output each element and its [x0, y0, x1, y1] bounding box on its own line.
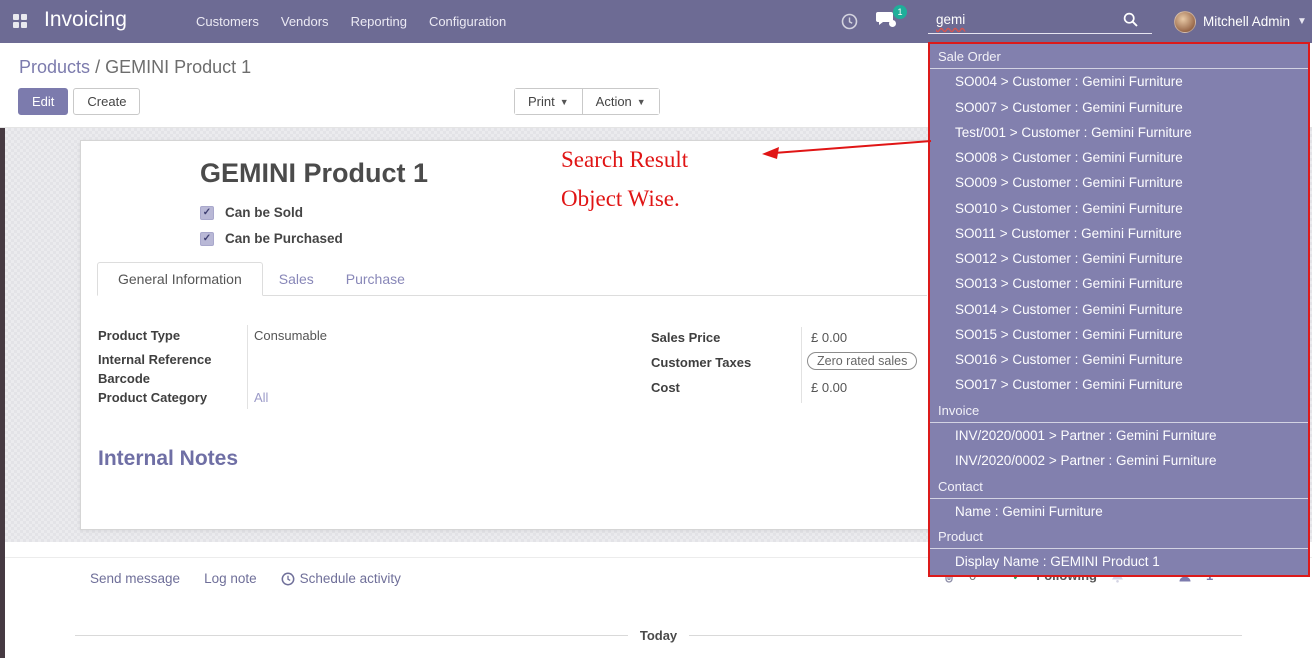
nav-right-icons: 1 [841, 0, 896, 43]
sales-price-label: Sales Price [651, 330, 720, 345]
tax-pill[interactable]: Zero rated sales [807, 352, 917, 370]
can-be-purchased-checkbox[interactable]: ✓ [200, 232, 214, 246]
search-result-item[interactable]: SO012 > Customer : Gemini Furniture [930, 246, 1308, 271]
search-result-item[interactable]: INV/2020/0001 > Partner : Gemini Furnitu… [930, 423, 1308, 448]
activities-clock-icon[interactable] [841, 13, 858, 30]
create-button[interactable]: Create [73, 88, 140, 115]
search-result-group-header: Invoice [930, 398, 1308, 423]
product-category-label: Product Category [98, 390, 207, 405]
top-navbar: Invoicing Customers Vendors Reporting Co… [0, 0, 1312, 43]
search-result-item[interactable]: SO007 > Customer : Gemini Furniture [930, 95, 1308, 120]
customer-taxes-value[interactable]: Zero rated sales [807, 352, 917, 370]
chevron-down-icon: ▼ [1297, 16, 1307, 27]
breadcrumb: Products / GEMINI Product 1 [19, 57, 251, 78]
log-note-button[interactable]: Log note [204, 571, 257, 586]
annotation-note: Search Result Object Wise. [561, 147, 688, 212]
action-dropdown-button[interactable]: Action▼ [582, 89, 659, 114]
search-result-item[interactable]: SO016 > Customer : Gemini Furniture [930, 347, 1308, 372]
barcode-label: Barcode [98, 371, 150, 386]
clock-icon [281, 572, 295, 586]
search-result-group-header: Sale Order [930, 44, 1308, 69]
annotation-line1: Search Result [561, 147, 688, 173]
product-type-label: Product Type [98, 328, 180, 343]
send-message-button[interactable]: Send message [90, 571, 180, 586]
can-be-purchased-row: ✓ Can be Purchased [200, 231, 343, 246]
edit-button[interactable]: Edit [18, 88, 68, 115]
search-result-item[interactable]: SO017 > Customer : Gemini Furniture [930, 372, 1308, 397]
tab-purchase[interactable]: Purchase [330, 263, 421, 295]
product-type-value[interactable]: Consumable [254, 328, 327, 343]
nav-item-customers[interactable]: Customers [196, 14, 259, 29]
tab-sales[interactable]: Sales [263, 263, 330, 295]
search-result-item[interactable]: SO008 > Customer : Gemini Furniture [930, 145, 1308, 170]
product-title: GEMINI Product 1 [200, 158, 428, 189]
breadcrumb-products-link[interactable]: Products [19, 57, 90, 77]
search-input[interactable]: gemi [928, 6, 1152, 34]
search-result-group-header: Product [930, 524, 1308, 549]
nav-item-reporting[interactable]: Reporting [351, 14, 407, 29]
search-results-dropdown: Sale OrderSO004 > Customer : Gemini Furn… [928, 42, 1310, 577]
can-be-sold-row: ✓ Can be Sold [200, 205, 303, 220]
schedule-activity-button[interactable]: Schedule activity [281, 571, 401, 586]
breadcrumb-separator: / [95, 57, 100, 77]
breadcrumb-current: GEMINI Product 1 [105, 57, 251, 77]
apps-grid-icon[interactable] [13, 14, 27, 28]
search-result-item[interactable]: INV/2020/0002 > Partner : Gemini Furnitu… [930, 448, 1308, 473]
can-be-sold-label: Can be Sold [225, 205, 303, 220]
search-icon[interactable] [1123, 12, 1138, 27]
search-query-text: gemi [936, 12, 965, 27]
internal-reference-label: Internal Reference [98, 352, 211, 367]
search-result-item[interactable]: SO011 > Customer : Gemini Furniture [930, 221, 1308, 246]
sales-price-value[interactable]: £ 0.00 [811, 330, 847, 345]
today-divider: Today [75, 628, 1242, 643]
search-result-item[interactable]: SO013 > Customer : Gemini Furniture [930, 271, 1308, 296]
search-result-item[interactable]: SO015 > Customer : Gemini Furniture [930, 322, 1308, 347]
chevron-down-icon: ▼ [637, 97, 646, 107]
annotation-line2: Object Wise. [561, 186, 688, 212]
search-result-item[interactable]: Display Name : GEMINI Product 1 [930, 549, 1308, 574]
print-dropdown-button[interactable]: Print▼ [515, 89, 582, 114]
messages-icon[interactable]: 1 [876, 11, 896, 33]
field-separator [247, 325, 248, 409]
cost-value[interactable]: £ 0.00 [811, 380, 847, 395]
cost-label: Cost [651, 380, 680, 395]
tab-general-information[interactable]: General Information [97, 262, 263, 296]
user-name: Mitchell Admin [1203, 14, 1290, 29]
search-result-item[interactable]: SO009 > Customer : Gemini Furniture [930, 170, 1308, 195]
search-result-item[interactable]: SO010 > Customer : Gemini Furniture [930, 196, 1308, 221]
product-category-value[interactable]: All [254, 390, 268, 405]
messages-badge: 1 [893, 5, 907, 19]
chevron-down-icon: ▼ [560, 97, 569, 107]
internal-notes-heading: Internal Notes [98, 447, 238, 471]
customer-taxes-label: Customer Taxes [651, 355, 751, 370]
field-separator [801, 327, 802, 403]
nav-item-configuration[interactable]: Configuration [429, 14, 506, 29]
search-result-item[interactable]: SO014 > Customer : Gemini Furniture [930, 297, 1308, 322]
can-be-purchased-label: Can be Purchased [225, 231, 343, 246]
search-result-item[interactable]: SO004 > Customer : Gemini Furniture [930, 69, 1308, 94]
search-result-group-header: Contact [930, 474, 1308, 499]
annotation-arrow [758, 134, 934, 162]
can-be-sold-checkbox[interactable]: ✓ [200, 206, 214, 220]
notebook-tabs: General Information Sales Purchase [97, 262, 927, 296]
search-result-item[interactable]: Test/001 > Customer : Gemini Furniture [930, 120, 1308, 145]
nav-menus: Customers Vendors Reporting Configuratio… [196, 0, 506, 43]
today-label: Today [640, 628, 677, 643]
search-result-item[interactable]: Name : Gemini Furniture [930, 499, 1308, 524]
nav-item-vendors[interactable]: Vendors [281, 14, 329, 29]
user-avatar [1174, 11, 1196, 33]
app-title[interactable]: Invoicing [44, 8, 127, 32]
user-menu[interactable]: Mitchell Admin ▼ [1174, 0, 1307, 43]
